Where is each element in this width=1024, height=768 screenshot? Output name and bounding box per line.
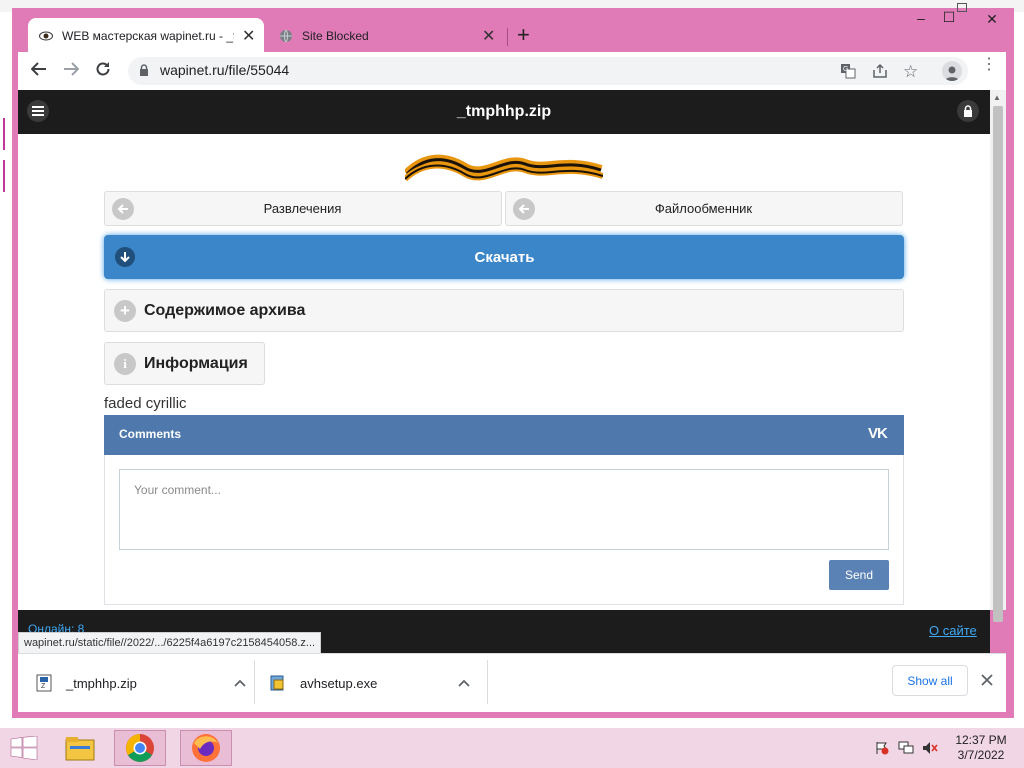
chrome-icon[interactable] [114,730,166,766]
comment-input[interactable] [119,469,889,550]
tab-active[interactable]: WEB мастерская wapinet.ru - _tm ✕ [28,18,264,54]
svg-text:G: G [843,66,848,73]
url-text: wapinet.ru/file/55044 [160,62,290,78]
svg-text:Z: Z [41,683,46,690]
download-item-zip[interactable]: Z _tmphhp.zip [36,660,246,706]
comments-header [104,415,904,455]
forward-arrow-icon[interactable] [63,61,80,82]
menu-kebab-icon[interactable]: ⋮ [981,57,997,73]
status-bar-url: wapinet.ru/static/file//2022/.../6225f4a… [18,632,322,654]
download-separator [487,660,488,704]
share-icon[interactable] [872,63,888,84]
tab-site-blocked[interactable]: Site Blocked ✕ [268,18,504,54]
comments-title: Comments [119,427,182,441]
tab-title: Site Blocked [302,29,369,43]
arrow-left-circle-icon [513,197,535,220]
network-icon[interactable] [898,741,914,760]
eye-favicon-icon [38,28,54,44]
restore-icon [957,3,967,12]
desktop-background-left [0,12,12,722]
translate-icon[interactable]: G [840,63,856,84]
archive-contents-toggle[interactable]: + Содержимое архива [104,289,904,332]
nav-label: Файлообменник [654,201,753,216]
profile-avatar[interactable] [942,61,962,81]
close-icon[interactable]: ✕ [482,26,495,46]
hamburger-menu-icon[interactable] [27,100,49,122]
speaker-muted-icon[interactable] [922,741,938,760]
close-window-button[interactable]: ✕ [977,11,1007,28]
scroll-up-arrow-icon[interactable]: ▲ [993,93,1001,102]
arrow-down-circle-icon [115,247,135,267]
file-explorer-icon[interactable] [58,730,102,766]
download-button[interactable]: Скачать [104,235,904,279]
firefox-icon[interactable] [180,730,232,766]
close-shelf-icon[interactable] [981,673,993,691]
reload-icon[interactable] [95,61,111,82]
vk-logo-icon[interactable]: VK [868,425,888,442]
scrollbar-thumb[interactable] [993,106,1003,622]
info-circle-icon: i [114,352,136,375]
archive-label: Содержимое архива [144,301,306,319]
nav-back-file-exchange[interactable]: Файлообменник [505,191,903,226]
download-filename: avhsetup.exe [300,675,378,691]
minimize-button[interactable]: – [906,10,936,26]
nav-back-entertainment[interactable]: Развлечения [104,191,502,226]
tab-title: WEB мастерская wapinet.ru - _tm [62,29,234,43]
st-george-ribbon-logo [402,152,604,188]
nav-label: Развлечения [263,201,342,216]
taskbar-clock[interactable]: 12:37 PM 3/7/2022 [948,733,1014,763]
installer-file-icon [270,674,288,692]
show-all-button[interactable]: Show all [892,665,968,696]
back-arrow-icon[interactable] [30,61,47,82]
download-separator [254,660,255,704]
chevron-up-icon[interactable] [458,674,470,692]
lock-icon[interactable] [957,100,979,122]
information-toggle[interactable]: i Информация [104,342,265,385]
chevron-up-icon[interactable] [234,676,246,690]
page-title: _tmphhp.zip [456,103,552,120]
about-link[interactable]: О сайте [929,623,977,638]
send-button[interactable]: Send [829,560,889,590]
comment-placeholder: Your comment... [134,483,221,497]
desktop-window-edge [3,118,5,150]
flag-icon[interactable] [875,741,889,760]
clock-date: 3/7/2022 [957,748,1005,762]
arrow-left-circle-icon [112,197,134,220]
download-item-exe[interactable]: avhsetup.exe [270,660,470,706]
star-icon[interactable]: ☆ [903,62,918,82]
info-label: Информация [144,354,248,372]
zip-file-icon: Z [36,674,54,692]
clock-time: 12:37 PM [955,733,1007,747]
plus-circle-icon: + [114,299,136,322]
desktop-window-edge [3,160,5,192]
download-filename: _tmphhp.zip [66,675,137,691]
lock-icon [139,64,149,82]
tab-separator [507,28,508,46]
close-icon[interactable]: ✕ [242,26,255,46]
windows-start-icon[interactable] [2,730,46,766]
new-tab-button[interactable]: + [517,22,530,48]
download-label: Скачать [474,248,535,266]
file-description: faded cyrillic [104,395,187,412]
globe-icon [278,28,294,44]
